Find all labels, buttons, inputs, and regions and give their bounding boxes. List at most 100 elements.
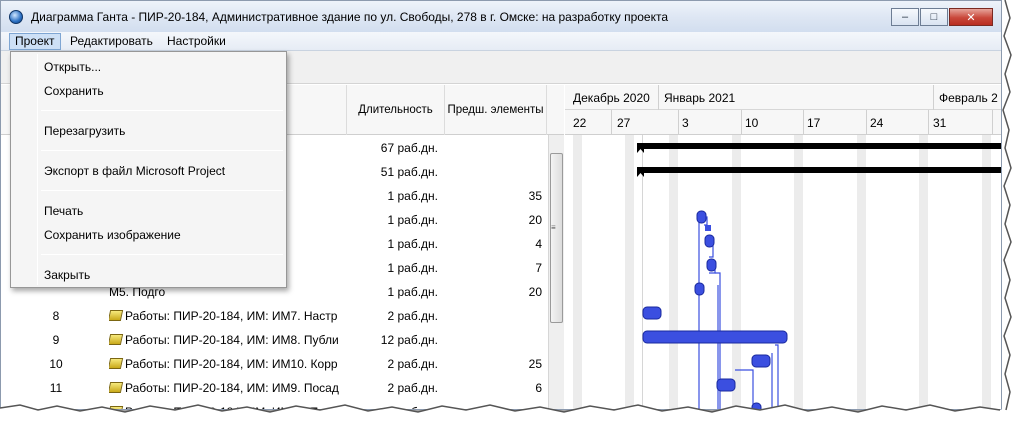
day-label: 22 (573, 116, 587, 130)
predecessors-cell[interactable]: 6 (444, 381, 544, 395)
task-icon (109, 358, 124, 369)
predecessors-cell[interactable]: 20 (444, 285, 544, 299)
month-label: Январь 2021 (664, 91, 736, 105)
month-label: Декабрь 2020 (573, 91, 650, 105)
gantt-month-header: Декабрь 2020 Январь 2021 Февраль 2 (565, 85, 1001, 110)
day-label: 10 (745, 116, 759, 130)
duration-cell[interactable]: 1 раб.дн. (346, 261, 442, 275)
menu-icon-gutter (37, 54, 38, 285)
task-icon (109, 310, 124, 321)
task-icon (109, 334, 124, 345)
menu-separator (41, 110, 283, 111)
menu-item-print[interactable]: Печать (44, 204, 83, 218)
task-bar[interactable] (704, 234, 715, 248)
predecessors-cell[interactable]: 35 (444, 189, 544, 203)
duration-cell[interactable]: 12 раб.дн. (346, 333, 442, 347)
grid-vertical-scrollbar[interactable]: ≡ (548, 135, 564, 409)
task-bar[interactable] (642, 330, 788, 344)
predecessors-cell[interactable]: 25 (444, 357, 544, 371)
duration-cell[interactable]: 2 раб.дн. (346, 309, 442, 323)
window-title: Диаграмма Ганта - ПИР-20-184, Администра… (31, 10, 669, 24)
menu-settings[interactable]: Настройки (162, 33, 231, 50)
duration-cell[interactable]: 2 раб.дн. (346, 357, 442, 371)
day-divider (928, 110, 929, 135)
task-name: Работы: ПИР-20-184, ИМ: ИМ8. Публи (125, 333, 339, 347)
task-bar[interactable] (694, 282, 705, 296)
task-name-cell[interactable]: Работы: ПИР-20-184, ИМ: ИМ9. Посад (109, 381, 344, 395)
gantt-chart: Декабрь 2020 Январь 2021 Февраль 2 22 27… (565, 85, 1002, 409)
row-number: 9 (52, 333, 60, 347)
menu-item-open[interactable]: Открыть... (44, 60, 101, 74)
menu-item-export-ms-project[interactable]: Экспорт в файл Microsoft Project (44, 164, 225, 178)
day-label: 3 (682, 116, 689, 130)
caption-buttons: – □ ✕ (890, 8, 993, 26)
duration-cell[interactable]: 1 раб.дн. (346, 285, 442, 299)
task-bar[interactable] (642, 306, 662, 320)
table-row[interactable]: 9 Работы: ПИР-20-184, ИМ: ИМ8. Публи 12 ра… (1, 328, 547, 352)
month-divider (933, 85, 934, 110)
menu-item-save[interactable]: Сохранить (44, 84, 104, 98)
task-name: Работы: ПИР-20-184, ИМ: ИМ10. Корр (125, 357, 338, 371)
day-divider (866, 110, 867, 135)
row-number: 8 (52, 309, 60, 323)
duration-cell[interactable]: 1 раб.дн. (346, 213, 442, 227)
day-divider (803, 110, 804, 135)
menu-project[interactable]: Проект (9, 33, 61, 50)
menu-item-reload[interactable]: Перезагрузить (44, 124, 125, 138)
day-divider (678, 110, 679, 135)
duration-cell[interactable]: 51 раб.дн. (346, 165, 442, 179)
scrollbar-grip-icon: ≡ (551, 223, 556, 232)
predecessors-cell[interactable]: 20 (444, 213, 544, 227)
row-number: 11 (49, 381, 63, 395)
summary-bar[interactable] (637, 167, 1002, 177)
task-bar[interactable] (696, 210, 707, 224)
menu-separator (41, 254, 283, 255)
minimize-button[interactable]: – (891, 8, 919, 26)
duration-cell[interactable]: 67 раб.дн. (346, 141, 442, 155)
task-bar[interactable] (751, 354, 771, 368)
row-number: 10 (49, 357, 63, 371)
task-name-cell[interactable]: Работы: ПИР-20-184, ИМ: ИМ8. Публи (109, 333, 344, 347)
summary-bar[interactable] (637, 143, 1002, 153)
gantt-bars (637, 143, 1002, 409)
day-divider (611, 110, 612, 135)
maximize-button[interactable]: □ (920, 8, 948, 26)
day-label: 24 (870, 116, 884, 130)
task-name: Работы: ПИР-20-184, ИМ: ИМ7. Настр (125, 309, 338, 323)
menu-separator (41, 190, 283, 191)
task-icon (109, 382, 124, 393)
menu-item-close[interactable]: Закрыть (44, 268, 90, 282)
month-label: Февраль 2 (939, 91, 998, 105)
scrollbar-thumb[interactable] (550, 153, 563, 323)
torn-edge-bottom (0, 404, 1015, 421)
menu-item-save-image[interactable]: Сохранить изображение (44, 228, 181, 242)
column-header-duration[interactable]: Длительность (346, 85, 444, 135)
task-bar[interactable] (706, 258, 717, 272)
day-divider (992, 110, 993, 135)
predecessors-cell[interactable]: 7 (444, 261, 544, 275)
duration-cell[interactable]: 1 раб.дн. (346, 189, 442, 203)
table-row[interactable]: 11 Работы: ПИР-20-184, ИМ: ИМ9. Посад 2 ра… (1, 376, 547, 400)
torn-edge-right (1002, 0, 1015, 421)
duration-cell[interactable]: 1 раб.дн. (346, 237, 442, 251)
predecessors-cell[interactable]: 4 (444, 237, 544, 251)
table-row[interactable]: 8 Работы: ПИР-20-184, ИМ: ИМ7. Настр 2 раб… (1, 304, 547, 328)
day-label: 17 (807, 116, 821, 130)
task-bar[interactable] (716, 378, 736, 392)
month-divider (658, 85, 659, 110)
table-row[interactable]: 10 Работы: ПИР-20-184, ИМ: ИМ10. Корр 2 ра… (1, 352, 547, 376)
app-icon[interactable] (9, 10, 23, 24)
close-window-button[interactable]: ✕ (949, 8, 993, 26)
task-name: Работы: ПИР-20-184, ИМ: ИМ9. Посад (125, 381, 339, 395)
duration-cell[interactable]: 2 раб.дн. (346, 381, 442, 395)
task-name-cell[interactable]: Работы: ПИР-20-184, ИМ: ИМ10. Корр (109, 357, 344, 371)
menu-separator (41, 150, 283, 151)
task-name-cell[interactable]: Работы: ПИР-20-184, ИМ: ИМ7. Настр (109, 309, 344, 323)
project-menu-dropdown: Открыть... Сохранить Перезагрузить Экспо… (10, 51, 287, 288)
day-label: 31 (933, 116, 947, 130)
gantt-body (565, 135, 1002, 409)
column-header-predecessors[interactable]: Предш. элементы (444, 85, 547, 135)
title-bar[interactable]: Диаграмма Ганта - ПИР-20-184, Администра… (1, 1, 1001, 32)
menu-edit[interactable]: Редактировать (65, 33, 158, 50)
day-divider (741, 110, 742, 135)
